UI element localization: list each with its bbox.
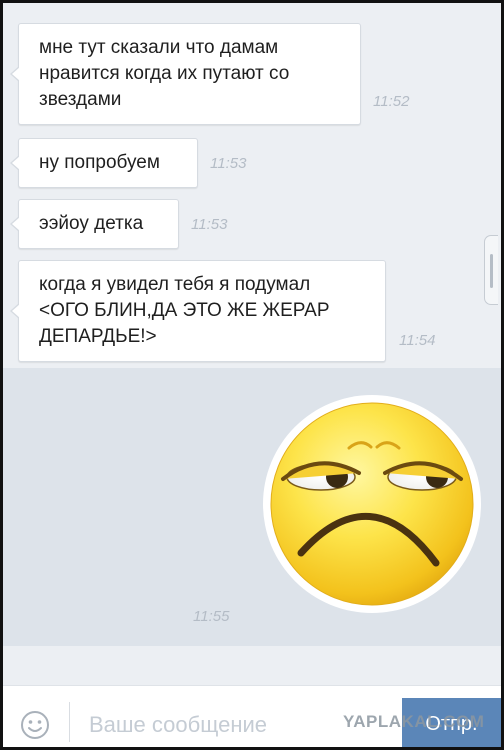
message-line: звездами bbox=[39, 89, 122, 110]
chat-history[interactable]: мне тут сказали что дамам нравится когда… bbox=[3, 3, 501, 685]
message-line: когда я увидел тебя я подумал bbox=[39, 274, 311, 295]
sticker-image bbox=[263, 395, 481, 613]
message-line: <ОГО БЛИН,ДА ЭТО ЖЕ ЖЕРАР bbox=[39, 300, 330, 321]
sticker-time: 11:55 bbox=[193, 608, 230, 625]
sad-smiley-sticker[interactable] bbox=[261, 393, 483, 615]
message-bubble[interactable]: ну попробуем bbox=[10, 138, 198, 188]
message-time: 11:52 bbox=[373, 93, 410, 110]
composer-divider bbox=[69, 702, 70, 742]
message-line: ДЕПАРДЬЕ!> bbox=[39, 326, 157, 347]
message-line: ну попробуем bbox=[39, 152, 160, 173]
message-line: ээйоу детка bbox=[39, 213, 144, 234]
message-bubble[interactable]: мне тут сказали что дамам нравится когда… bbox=[10, 23, 361, 125]
message-time: 11:53 bbox=[191, 216, 228, 233]
watermark-logo: YAPLAKAL.COM bbox=[343, 712, 485, 731]
message-time: 11:53 bbox=[210, 155, 247, 172]
message-bubble[interactable]: когда я увидел тебя я подумал <ОГО БЛИН,… bbox=[10, 260, 386, 362]
message-time: 11:54 bbox=[399, 332, 436, 349]
message-line: нравится когда их путают со bbox=[39, 63, 290, 84]
message-line: мне тут сказали что дамам bbox=[39, 37, 279, 58]
scroll-handle[interactable] bbox=[484, 235, 498, 305]
message-input[interactable] bbox=[89, 708, 379, 742]
app-frame: мне тут сказали что дамам нравится когда… bbox=[0, 0, 504, 750]
emoji-smile-icon[interactable] bbox=[20, 710, 50, 740]
message-bubble[interactable]: ээйоу детка bbox=[10, 199, 179, 249]
